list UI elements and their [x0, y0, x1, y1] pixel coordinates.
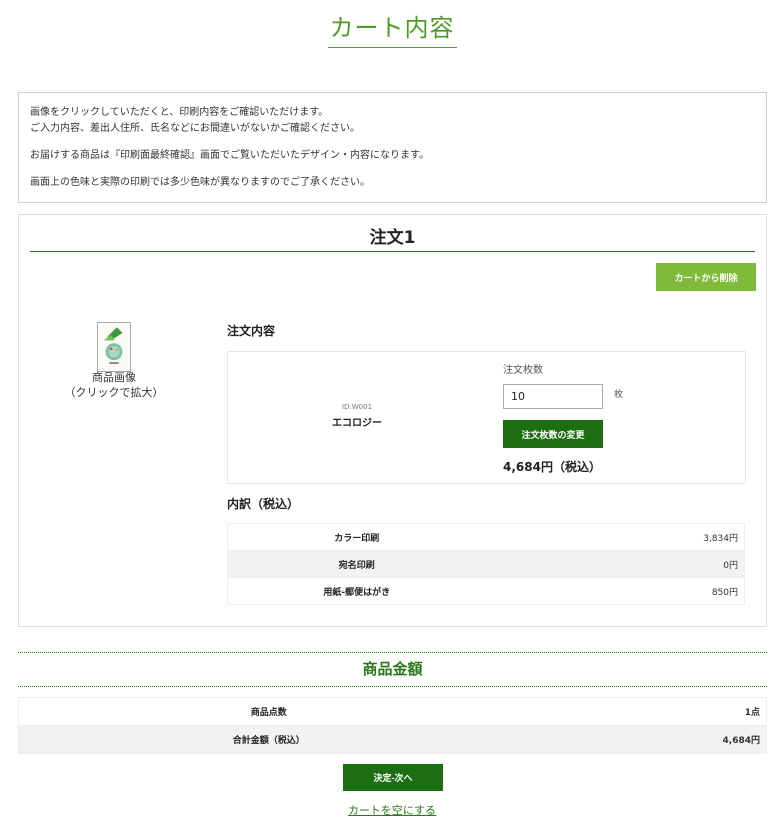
table-row: 商品点数 1点 — [18, 697, 767, 726]
page-title-text: カート内容 — [327, 8, 457, 48]
order-card: 注文1 カートから削除 商品画像 （クリックで拡大） 注文内容 ID:W001 … — [18, 214, 767, 627]
table-row: 宛名印刷 0円 — [227, 550, 745, 578]
summary-value: 4,684円 — [518, 725, 767, 754]
product-image-caption: 商品画像 （クリックで拡大） — [59, 370, 169, 400]
product-image-graphic — [98, 323, 130, 371]
summary-label: 商品点数 — [18, 697, 519, 726]
breakdown-label: 用紙-郵便はがき — [227, 577, 486, 605]
notice-line: 画面上の色味と実際の印刷では多少色味が異なりますのでご了承ください。 — [30, 177, 370, 188]
notice-box: 画像をクリックしていただくと、印刷内容をご確認いただけます。 ご入力内容、差出人… — [18, 92, 767, 203]
table-row: 用紙-郵便はがき 850円 — [227, 577, 745, 605]
quantity-unit: 枚 — [614, 390, 624, 400]
remove-from-cart-button[interactable]: カートから削除 — [656, 263, 756, 291]
caption-line: 商品画像 — [92, 371, 136, 384]
order-contents-heading: 注文内容 — [227, 324, 276, 338]
table-row: 合計金額（税込） 4,684円 — [18, 725, 767, 754]
notice-line: お届けする商品は『印刷面最終確認』画面でご覧いただいたデザイン・内容になります。 — [30, 150, 429, 161]
breakdown-table: カラー印刷 3,834円 宛名印刷 0円 用紙-郵便はがき 850円 — [227, 523, 745, 605]
breakdown-value: 3,834円 — [485, 523, 745, 551]
quantity-label: 注文枚数 — [503, 365, 543, 376]
change-quantity-button[interactable]: 注文枚数の変更 — [503, 420, 603, 448]
empty-cart-link-wrap: カートを空にする — [0, 802, 784, 818]
table-row: カラー印刷 3,834円 — [227, 523, 745, 551]
breakdown-label: カラー印刷 — [227, 523, 486, 551]
order-subtotal: 4,684円（税込） — [503, 460, 601, 474]
summary-label: 合計金額（税込） — [18, 725, 519, 754]
quantity-input[interactable] — [503, 384, 603, 409]
breakdown-heading: 内訳（税込） — [227, 497, 300, 511]
confirm-next-button[interactable]: 決定-次へ — [343, 764, 443, 791]
order-detail-box: ID:W001 エコロジー 注文枚数 枚 注文枚数の変更 4,684円（税込） — [227, 351, 746, 484]
item-id: ID:W001 — [341, 403, 373, 411]
breakdown-label: 宛名印刷 — [227, 550, 486, 578]
product-image[interactable] — [97, 322, 131, 372]
breakdown-value: 850円 — [485, 577, 745, 605]
notice-line: 画像をクリックしていただくと、印刷内容をご確認いただけます。 — [30, 107, 329, 118]
order-title: 注文1 — [30, 227, 755, 252]
caption-line: （クリックで拡大） — [64, 386, 164, 399]
summary-table: 商品点数 1点 合計金額（税込） 4,684円 — [18, 697, 767, 754]
notice-line: ご入力内容、差出人住所、氏名などにお間違いがないかご確認ください。 — [30, 123, 360, 134]
item-name: エコロジー — [332, 418, 382, 429]
empty-cart-link[interactable]: カートを空にする — [348, 804, 436, 817]
total-heading: 商品金額 — [18, 652, 767, 687]
breakdown-value: 0円 — [485, 550, 745, 578]
summary-value: 1点 — [518, 697, 767, 726]
page-title: カート内容 — [0, 8, 784, 48]
